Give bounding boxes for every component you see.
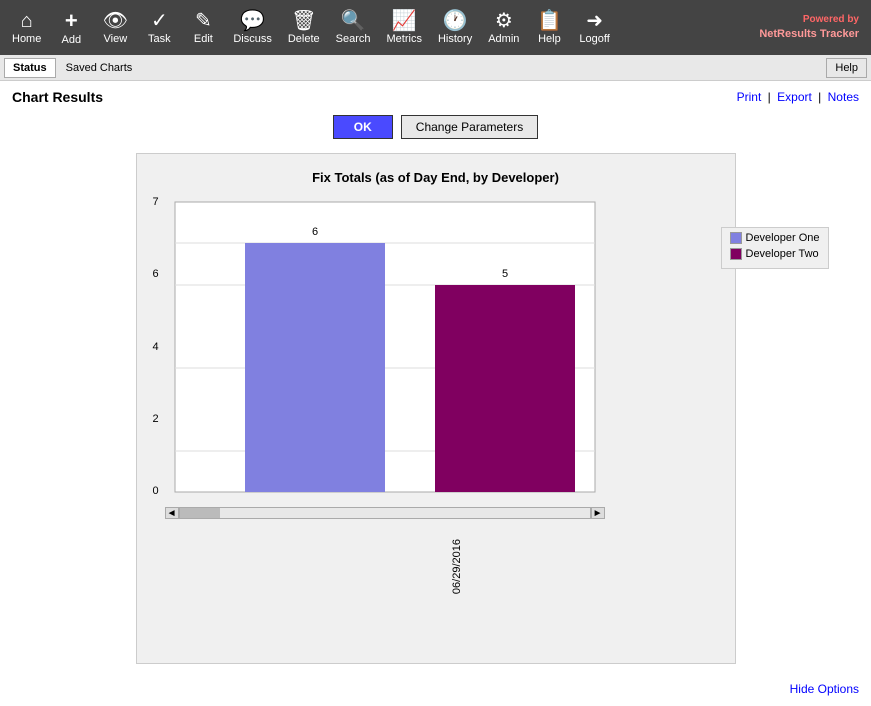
nav-admin-label: Admin (488, 33, 519, 45)
y-axis: 7 6 4 2 0 (153, 197, 165, 497)
nav-home[interactable]: ⌂ Home (4, 7, 49, 49)
discuss-icon: 💬 (240, 11, 265, 31)
print-link[interactable]: Print (737, 90, 762, 104)
x-axis-label-container: 06/29/2016 (180, 539, 734, 597)
scroll-track[interactable] (179, 507, 591, 519)
brand-name: NetResults Tracker (759, 28, 859, 40)
nav-delete[interactable]: 🗑 Delete (280, 7, 328, 49)
nav-view[interactable]: 👁 View (93, 7, 137, 49)
delete-icon: 🗑 (291, 11, 316, 31)
nav-search[interactable]: 🔍 Search (328, 7, 379, 49)
change-parameters-button[interactable]: Change Parameters (401, 115, 538, 139)
bar-developer-two (435, 285, 575, 492)
nav-help[interactable]: 📋 Help (527, 7, 571, 49)
help-button[interactable]: Help (826, 58, 867, 78)
logoff-icon: ➜ (586, 11, 603, 31)
page-header: Chart Results Print | Export | Notes (12, 89, 859, 105)
secondbar: Status Saved Charts Help (0, 55, 871, 81)
metrics-icon: 📈 (392, 11, 417, 31)
nav-add-label: Add (62, 34, 82, 46)
navbar: ⌂ Home + Add 👁 View ✓ Task ✎ Edit 💬 Disc… (0, 0, 871, 55)
nav-discuss[interactable]: 💬 Discuss (225, 7, 280, 49)
scroll-thumb (180, 508, 220, 518)
legend-label-one: Developer One (746, 232, 820, 244)
powered-by: Powered by NetResults Tracker (759, 13, 867, 42)
nav-help-label: Help (538, 33, 561, 45)
scroll-right-arrow[interactable]: ► (591, 507, 605, 519)
nav-metrics-label: Metrics (387, 33, 422, 45)
legend-color-two (730, 248, 742, 260)
nav-search-label: Search (336, 33, 371, 45)
header-links: Print | Export | Notes (737, 90, 859, 104)
admin-icon: ⚙ (495, 11, 513, 31)
nav-view-label: View (104, 33, 128, 45)
hide-options-link[interactable]: Hide Options (790, 682, 859, 696)
powered-by-text: Powered by (803, 14, 859, 25)
nav-edit-label: Edit (194, 33, 213, 45)
chart-svg: 6 5 (165, 197, 605, 507)
ok-button[interactable]: OK (333, 115, 393, 139)
export-link[interactable]: Export (777, 90, 812, 104)
view-icon: 👁 (103, 11, 128, 31)
separator2: | (818, 90, 821, 104)
nav-home-label: Home (12, 33, 41, 45)
x-axis-label: 06/29/2016 (451, 539, 463, 594)
nav-logoff-label: Logoff (579, 33, 609, 45)
nav-logoff[interactable]: ➜ Logoff (571, 7, 617, 49)
separator1: | (768, 90, 771, 104)
svg-text:5: 5 (502, 268, 508, 280)
help-icon: 📋 (537, 11, 562, 31)
add-icon: + (65, 10, 78, 32)
legend-item-one: Developer One (730, 232, 820, 244)
bar-developer-one (245, 243, 385, 492)
nav-add[interactable]: + Add (49, 6, 93, 50)
svg-text:6: 6 (312, 226, 318, 238)
nav-metrics[interactable]: 📈 Metrics (379, 7, 430, 49)
home-icon: ⌂ (21, 11, 33, 31)
nav-discuss-label: Discuss (233, 33, 272, 45)
buttons-row: OK Change Parameters (12, 115, 859, 139)
legend-label-two: Developer Two (746, 248, 819, 260)
notes-link[interactable]: Notes (828, 90, 859, 104)
chart-title: Fix Totals (as of Day End, by Developer) (153, 170, 719, 185)
nav-task[interactable]: ✓ Task (137, 7, 181, 49)
scroll-left-arrow[interactable]: ◄ (165, 507, 179, 519)
main-content: Chart Results Print | Export | Notes OK … (0, 81, 871, 672)
legend-color-one (730, 232, 742, 244)
task-icon: ✓ (151, 11, 168, 31)
chart-container: Fix Totals (as of Day End, by Developer)… (136, 153, 736, 664)
nav-task-label: Task (148, 33, 171, 45)
scrollbar[interactable]: ◄ ► (165, 507, 605, 519)
y-label-0: 0 (153, 486, 159, 497)
nav-history[interactable]: 🕐 History (430, 7, 480, 49)
page-title: Chart Results (12, 89, 103, 105)
y-label-6: 6 (153, 269, 159, 280)
y-label-7: 7 (153, 197, 159, 208)
legend-item-two: Developer Two (730, 248, 820, 260)
search-icon: 🔍 (341, 11, 366, 31)
chart-legend: Developer One Developer Two (721, 227, 829, 269)
nav-edit[interactable]: ✎ Edit (181, 7, 225, 49)
status-button[interactable]: Status (4, 58, 56, 78)
history-icon: 🕐 (443, 11, 468, 31)
y-label-4: 4 (153, 342, 159, 353)
edit-icon: ✎ (195, 11, 212, 31)
nav-history-label: History (438, 33, 472, 45)
y-label-2: 2 (153, 414, 159, 425)
chart-plot-area: 6 5 ◄ ► 06/29/2016 (165, 197, 719, 597)
saved-charts-button[interactable]: Saved Charts (58, 58, 141, 78)
footer: Hide Options (0, 672, 871, 706)
nav-delete-label: Delete (288, 33, 320, 45)
nav-admin[interactable]: ⚙ Admin (480, 7, 527, 49)
